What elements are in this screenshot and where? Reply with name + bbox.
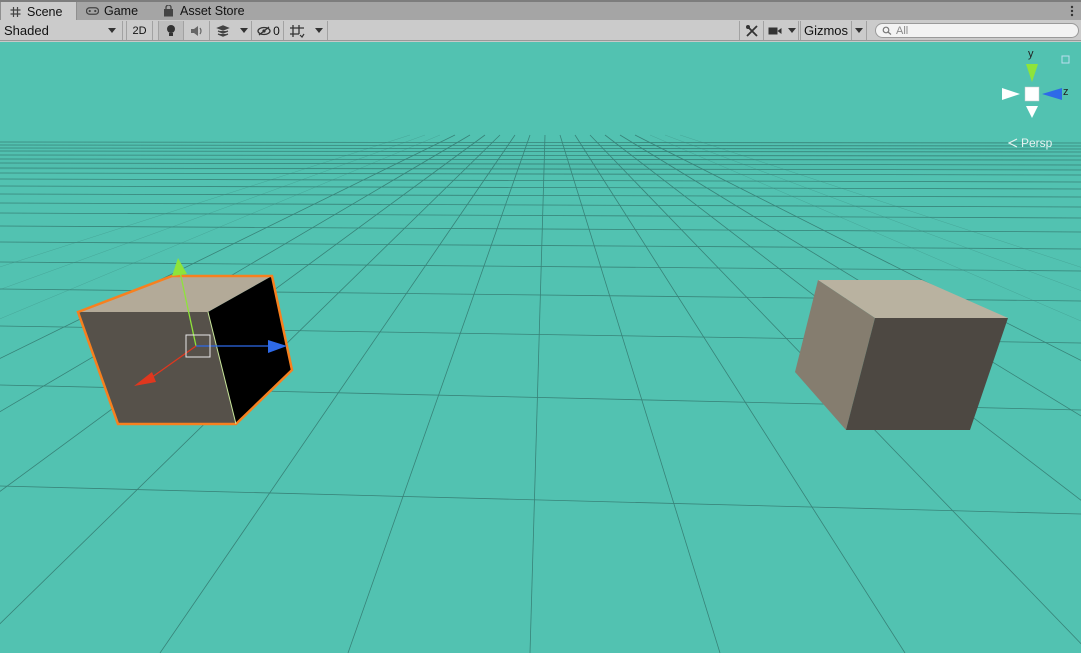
scene-render	[0, 55, 1081, 653]
lighting-toggle-button[interactable]	[158, 21, 184, 40]
camera-dropdown[interactable]	[786, 21, 799, 40]
tools-button[interactable]	[739, 21, 764, 40]
draw-mode-dropdown[interactable]: Shaded	[0, 21, 123, 40]
tab-scene[interactable]: Scene	[0, 2, 77, 21]
gizmos-dropdown[interactable]	[852, 21, 867, 40]
grid-snap-icon	[290, 24, 305, 38]
gamepad-icon	[86, 7, 99, 15]
perspective-icon	[1008, 138, 1018, 148]
kebab-menu-icon[interactable]	[1069, 3, 1075, 19]
camera-settings-button[interactable]	[764, 21, 786, 40]
y-axis-label: y	[1028, 48, 1034, 60]
effects-dropdown[interactable]	[236, 21, 252, 40]
hidden-count: 0	[273, 23, 280, 38]
projection-label: Persp	[1021, 136, 1053, 150]
camera-icon	[768, 27, 782, 34]
2d-toggle-button[interactable]: 2D	[126, 21, 153, 40]
gizmos-label: Gizmos	[803, 23, 849, 38]
eye-slash-icon	[257, 25, 271, 36]
grid-dropdown[interactable]	[310, 21, 328, 40]
cube[interactable]	[795, 280, 1008, 430]
chevron-down-icon	[108, 27, 116, 33]
hierarchy-search-input[interactable]: All	[875, 23, 1079, 38]
search-placeholder: All	[896, 24, 909, 37]
tab-game[interactable]: Game	[78, 2, 146, 20]
orientation-gizmo[interactable]	[1002, 55, 1070, 118]
lightbulb-icon	[167, 24, 175, 36]
speaker-icon	[190, 25, 202, 36]
2d-label: 2D	[132, 24, 147, 37]
z-axis-label: z	[1063, 86, 1069, 98]
tab-label: Game	[104, 4, 139, 18]
tab-asset-store[interactable]: Asset Store	[154, 2, 253, 20]
draw-mode-label: Shaded	[4, 23, 49, 38]
window-tab-bar: Scene Game Asset Store	[0, 0, 1081, 21]
chevron-down-icon	[239, 27, 248, 33]
layers-icon	[216, 24, 230, 37]
tools-icon	[745, 24, 758, 37]
hidden-objects-toggle[interactable]: 0	[254, 21, 284, 40]
scene-toolbar: Shaded 2D 0 Gizmos All	[0, 20, 1081, 41]
chevron-down-icon	[314, 27, 323, 33]
tab-label: Scene	[27, 4, 63, 19]
projection-toggle[interactable]: Persp	[1008, 136, 1052, 150]
chevron-down-icon	[855, 27, 863, 33]
tab-label: Asset Store	[180, 4, 245, 18]
grid-icon	[10, 6, 21, 17]
scene-viewport[interactable]: y z Persp	[0, 42, 1081, 653]
search-icon	[882, 26, 892, 35]
gizmos-toggle-button[interactable]: Gizmos	[800, 21, 852, 40]
effects-toggle-button[interactable]	[210, 21, 236, 40]
grid-snap-toggle[interactable]	[284, 21, 310, 40]
audio-toggle-button[interactable]	[184, 21, 210, 40]
chevron-down-icon	[788, 27, 796, 33]
bag-icon	[164, 5, 173, 17]
